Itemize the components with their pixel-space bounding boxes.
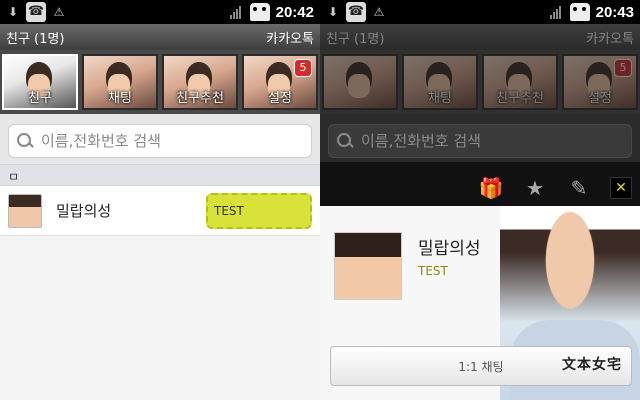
status-message-bubble: TEST	[206, 192, 312, 229]
tab-label: 친구추천	[496, 91, 544, 106]
profile-avatar[interactable]	[334, 232, 402, 300]
android-icon	[249, 3, 270, 21]
tab-recommend[interactable]: 친구추천	[162, 54, 238, 110]
chat-button-label: 1:1 채팅	[458, 359, 504, 374]
profile-name: 밀랍의성	[418, 239, 481, 259]
download-icon: ⬇	[7, 5, 19, 19]
phone-icon: ☎	[26, 2, 46, 22]
search-input[interactable]	[41, 132, 303, 150]
friend-name: 밀랍의성	[56, 202, 112, 220]
search-icon	[337, 133, 353, 149]
tab-chat[interactable]: 채팅	[82, 54, 158, 110]
title-bar: 친구 (1명) 카카오톡	[320, 24, 640, 50]
profile-popup-screen: ⬇ ☎ ⚠ 20:43 친구 (1명) 카카오톡 채팅 친구추천 5 설정 이름…	[320, 0, 640, 400]
tab-label: 설정	[588, 91, 612, 106]
tab-label: 채팅	[428, 91, 452, 106]
title-bar: 친구 (1명) 카카오톡	[0, 24, 320, 50]
page-title: 친구 (1명)	[6, 31, 65, 47]
friend-row[interactable]: 밀랍의성 TEST	[0, 186, 320, 236]
notification-badge: 5	[294, 59, 312, 77]
section-header: ㅁ	[0, 164, 320, 186]
search-area	[0, 114, 320, 164]
close-icon[interactable]: ✕	[610, 177, 632, 199]
tab-bar: 친구 채팅 친구추천 5 설정	[0, 50, 320, 114]
clock: 20:42	[275, 3, 314, 21]
tab-settings[interactable]: 5 설정	[562, 54, 638, 110]
search-box	[8, 124, 312, 158]
phone-icon: ☎	[346, 2, 366, 22]
star-icon[interactable]: ★	[522, 175, 548, 201]
tab-photo	[324, 56, 396, 108]
warning-icon: ⚠	[373, 5, 385, 19]
android-icon	[569, 3, 590, 21]
warning-icon: ⚠	[53, 5, 65, 19]
page-title: 친구 (1명)	[326, 31, 385, 47]
clock: 20:43	[595, 3, 634, 21]
profile-card: 밀랍의성 TEST 1:1 채팅 文本女宅	[320, 206, 640, 400]
status-bar: ⬇ ☎ ⚠ 20:42	[0, 0, 320, 24]
tab-settings[interactable]: 5 설정	[242, 54, 318, 110]
pencil-icon[interactable]: ✎	[566, 175, 592, 201]
app-name: 카카오톡	[266, 31, 314, 47]
app-name: 카카오톡	[586, 31, 634, 47]
search-input[interactable]	[361, 132, 623, 150]
search-area	[320, 114, 640, 162]
search-icon	[17, 133, 33, 149]
tab-label: 채팅	[108, 91, 132, 106]
download-icon: ⬇	[327, 5, 339, 19]
signature-watermark: 文本女宅	[562, 357, 622, 373]
tab-recommend[interactable]: 친구추천	[482, 54, 558, 110]
tab-bar: 채팅 친구추천 5 설정	[320, 50, 640, 114]
signal-icon	[229, 5, 244, 19]
tab-label: 친구	[28, 91, 52, 106]
search-box	[328, 124, 632, 158]
tab-friends[interactable]: 친구	[2, 54, 78, 110]
tab-chat[interactable]: 채팅	[402, 54, 478, 110]
avatar[interactable]	[8, 193, 42, 228]
tab-label: 친구추천	[176, 91, 224, 106]
status-bar: ⬇ ☎ ⚠ 20:43	[320, 0, 640, 24]
tab-friends[interactable]	[322, 54, 398, 110]
signal-icon	[549, 5, 564, 19]
profile-status-message: TEST	[418, 264, 448, 278]
tab-label: 설정	[268, 91, 292, 106]
notification-badge: 5	[614, 59, 632, 77]
gift-icon[interactable]: 🎁	[478, 175, 504, 201]
friends-screen: ⬇ ☎ ⚠ 20:42 친구 (1명) 카카오톡 친구 채팅 친구추천 5 설정…	[0, 0, 320, 400]
